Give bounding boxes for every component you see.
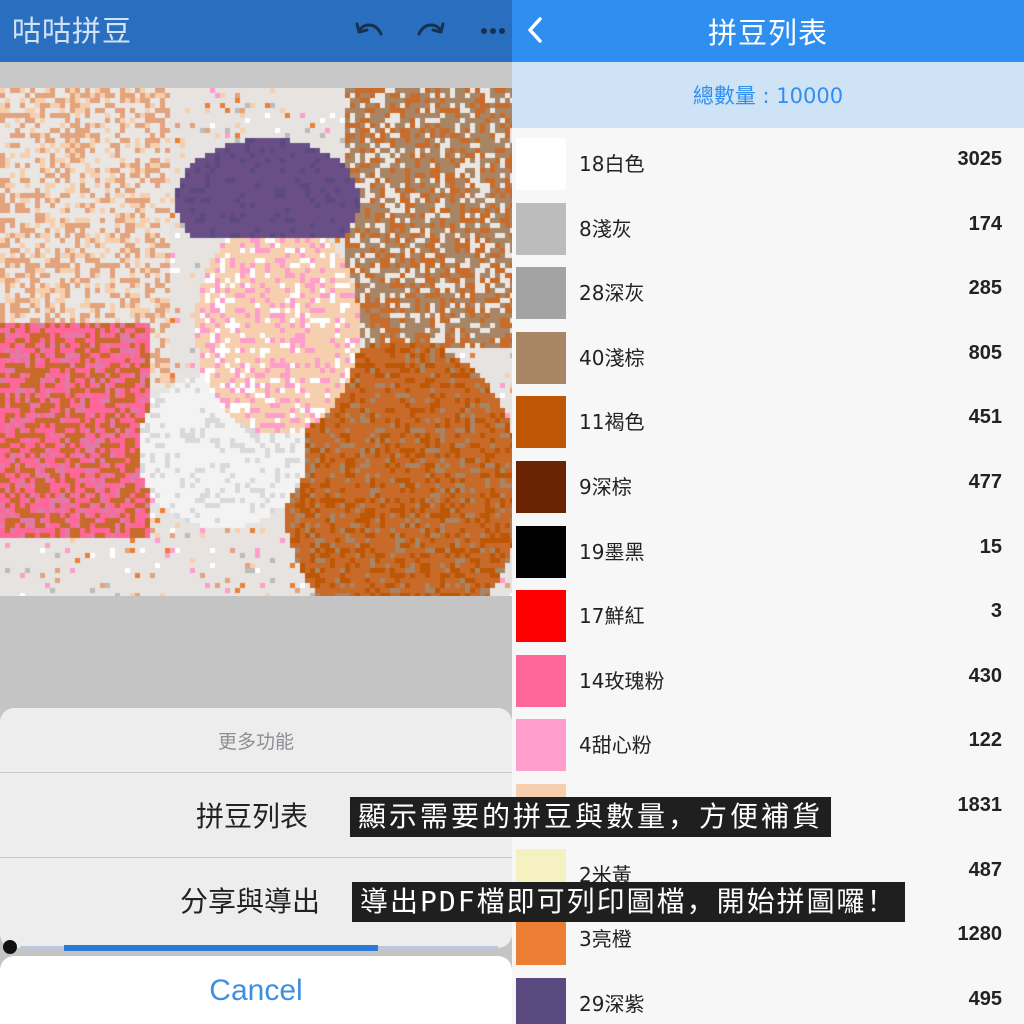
share-export-action-label: 分享與導出: [180, 885, 321, 918]
bead-name: 18白色: [579, 152, 645, 176]
bead-count: 1831: [957, 794, 1003, 816]
bead-count: 3: [990, 600, 1002, 623]
redo-button[interactable]: [414, 14, 448, 48]
back-button[interactable]: [518, 12, 552, 48]
bead-row: 29深紫 495: [512, 974, 1024, 1024]
bead-row: 18白色 3025: [512, 134, 1024, 198]
page-title: 拼豆列表: [707, 16, 828, 50]
bead-count: 805: [968, 341, 1002, 364]
bead-list-action-label: 拼豆列表: [196, 800, 309, 833]
bead-name: 29深紫: [579, 991, 645, 1016]
bead-color-swatch: [516, 461, 566, 513]
editor-screen: 咕咕拼豆 更多功能 拼豆列表 分享與導出 Cancel: [0, 0, 512, 1024]
bead-name: 3亮橙: [579, 927, 632, 952]
undo-icon: [355, 22, 383, 36]
bead-color-swatch: [516, 202, 566, 255]
app-title: 咕咕拼豆: [12, 14, 133, 48]
bead-row: 19墨黑 15: [512, 522, 1024, 586]
bead-list-header: 拼豆列表: [512, 0, 1024, 62]
bead-count: 487: [968, 858, 1002, 881]
bead-color-swatch: [516, 719, 566, 772]
bead-count: 430: [968, 664, 1002, 687]
redo-icon: [417, 22, 445, 36]
bead-name: 11褐色: [579, 410, 645, 435]
canvas-margin: [0, 62, 512, 88]
editor-toolbar: 咕咕拼豆: [0, 0, 512, 62]
bead-color-swatch: [516, 267, 566, 320]
bead-row: 40淺棕 805: [512, 328, 1024, 392]
bead-color-swatch: [516, 138, 566, 190]
bead-count: 174: [968, 212, 1002, 235]
cancel-button[interactable]: Cancel: [0, 956, 512, 1024]
chevron-left-icon: [528, 17, 542, 43]
bead-name: 4甜心粉: [579, 733, 652, 758]
bead-row: 9深棕 477: [512, 457, 1024, 521]
bead-count: 15: [979, 535, 1002, 558]
bead-color-swatch: [516, 977, 566, 1024]
sheet-title: 更多功能: [217, 730, 294, 753]
bead-count: 1280: [957, 923, 1003, 946]
bead-name: 8淺灰: [579, 216, 632, 241]
bead-name: 17鮮紅: [579, 604, 645, 629]
bead-row: 17鮮紅 3: [512, 586, 1024, 650]
slider-fill: [64, 945, 378, 951]
caption-overlay: 顯示需要的拼豆與數量，方便補貨: [350, 797, 832, 837]
more-icon: [481, 28, 505, 34]
cancel-label: Cancel: [209, 974, 303, 1007]
bead-color-swatch: [516, 525, 566, 578]
bead-name: 19墨黑: [579, 539, 645, 564]
bead-row: 8淺灰 174: [512, 199, 1024, 263]
slider-knob[interactable]: [3, 940, 17, 954]
bead-name: 40淺棕: [579, 345, 645, 370]
caption-overlay: 導出PDF檔即可列印圖檔，開始拼圖囉！: [352, 882, 905, 922]
bead-row: 4甜心粉 122: [512, 715, 1024, 779]
bead-row: 14玫瑰粉 430: [512, 651, 1024, 715]
bead-name: 28深灰: [579, 281, 645, 306]
bead-name: 9深棕: [579, 475, 632, 499]
bead-color-swatch: [516, 331, 566, 384]
bead-row: 28深灰 285: [512, 263, 1024, 327]
bead-name: 14玫瑰粉: [579, 668, 665, 693]
more-button[interactable]: [476, 14, 510, 48]
bead-color-swatch: [516, 396, 566, 449]
bead-count: 495: [968, 987, 1002, 1010]
undo-button[interactable]: [352, 14, 386, 48]
bead-count: 122: [968, 729, 1002, 752]
bead-row: 11褐色 451: [512, 392, 1024, 456]
bead-color-swatch: [516, 654, 566, 707]
bead-count: 451: [968, 406, 1002, 429]
bead-count: 477: [968, 471, 1002, 493]
bead-list-screen: 拼豆列表 總數量 : 10000 18白色 3025 8淺灰 174 28深灰 285 40…: [512, 0, 1024, 1024]
bead-count: 3025: [957, 148, 1003, 170]
bead-count: 285: [968, 277, 1002, 300]
total-count: 總數量 : 10000: [512, 62, 1024, 128]
bead-pattern-canvas[interactable]: [0, 88, 512, 596]
bead-color-swatch: [516, 590, 566, 643]
